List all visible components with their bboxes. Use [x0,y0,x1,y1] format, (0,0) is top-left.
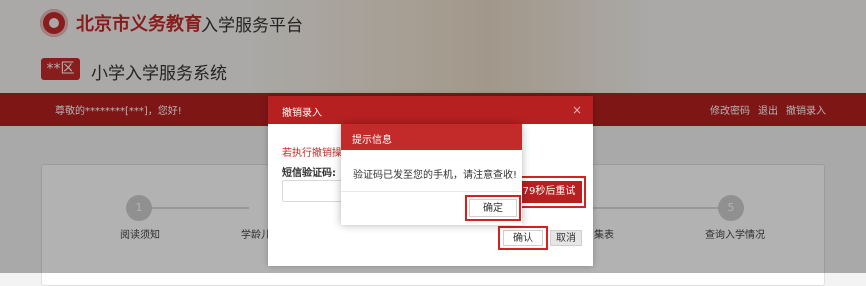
annotation-highlight-box [465,195,521,221]
cancel-button[interactable]: 取消 [550,230,582,246]
prompt-message: 验证码已发至您的手机，请注意查收! [353,170,518,181]
divider [341,191,522,192]
annotation-highlight-box [498,226,548,250]
close-icon[interactable]: × [572,103,582,117]
prompt-dialog-title: 提示信息 [352,135,392,146]
sms-code-label: 短信验证码: [282,168,336,179]
prompt-dialog: 提示信息 验证码已发至您的手机，请注意查收! 确定 [341,124,522,225]
dialog-title: 撤销录入 [282,108,322,119]
annotation-highlight-box [512,176,586,208]
